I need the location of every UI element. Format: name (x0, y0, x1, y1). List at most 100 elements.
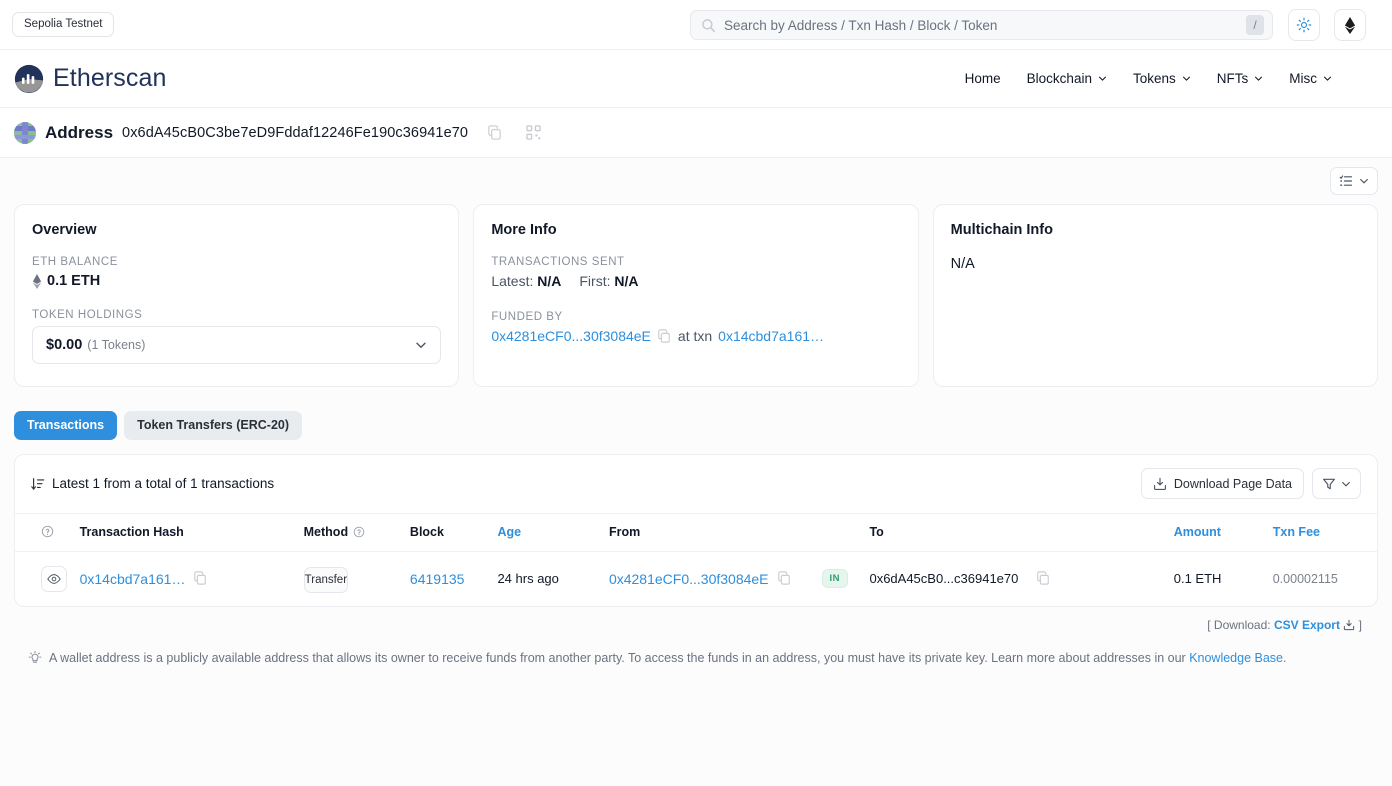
transactions-table-head: Transaction Hash Method Block Age From T… (15, 512, 1377, 552)
col-info (15, 512, 80, 552)
list-view-icon (1339, 174, 1354, 188)
chevron-down-icon (1359, 176, 1369, 186)
csv-export-link[interactable]: CSV Export (1274, 618, 1340, 632)
multichain-value: N/A (950, 256, 975, 272)
info-icon[interactable] (41, 525, 80, 538)
copy-icon[interactable] (1036, 571, 1051, 586)
copy-icon[interactable] (487, 125, 502, 140)
cell-method: Transfer (303, 551, 410, 606)
download-page-data-button[interactable]: Download Page Data (1140, 468, 1304, 499)
token-holdings-label: TOKEN HOLDINGS (32, 309, 143, 321)
from-address-link[interactable]: 0x4281eCF0...30f3084eE (609, 571, 769, 587)
chain-selector-button[interactable] (1334, 9, 1366, 41)
funnel-icon (1322, 477, 1336, 491)
transactions-panel-header: Latest 1 from a total of 1 transactions … (15, 455, 1377, 513)
wallet-disclaimer: A wallet address is a publicly available… (14, 632, 1378, 667)
col-age[interactable]: Age (497, 512, 609, 552)
bracket-open: [ (1207, 617, 1211, 632)
tab-transactions[interactable]: Transactions (14, 411, 118, 440)
list-view-button[interactable] (1330, 167, 1378, 195)
cell-age: 24 hrs ago (497, 571, 559, 586)
lightbulb-icon (28, 650, 42, 665)
eth-balance-label: ETH BALANCE (32, 256, 118, 268)
table-row: 0x14cbd7a161… Transfer 6419135 24 hrs ag… (15, 551, 1377, 606)
latest-label: Latest: (491, 273, 534, 289)
network-selector[interactable]: Sepolia Testnet (12, 11, 115, 38)
main-navbar: Etherscan Home Blockchain Tokens NFTs Mi… (0, 50, 1392, 108)
copy-icon[interactable] (193, 571, 208, 586)
table-header-row: Transaction Hash Method Block Age From T… (15, 512, 1377, 552)
ethereum-icon (32, 273, 42, 289)
page-title: Address (45, 122, 114, 142)
filter-button[interactable] (1312, 468, 1361, 499)
cell-transaction-hash: 0x14cbd7a161… (80, 551, 304, 606)
csv-export-row: [ Download: CSV Export ] (14, 607, 1378, 632)
more-info-title: More Info (491, 222, 557, 238)
chevron-down-icon (1341, 479, 1351, 489)
transaction-hash-link[interactable]: 0x14cbd7a161… (80, 571, 186, 587)
address-hash: 0x6dA45cB0C3be7eD9Fddaf12246Fe190c36941e… (122, 124, 469, 141)
cell-from: 0x4281eCF0...30f3084eE IN (609, 551, 870, 606)
chevron-down-icon (1254, 74, 1263, 83)
to-address: 0x6dA45cB0...c36941e70 (869, 571, 1019, 586)
latest-txn: Latest: N/A (491, 273, 561, 289)
ethereum-icon (1344, 16, 1356, 34)
preview-eye-button[interactable] (41, 565, 67, 592)
multichain-card: Multichain Info N/A (932, 204, 1378, 387)
nav-item-home[interactable]: Home (965, 71, 1001, 86)
info-cards: Overview ETH BALANCE 0.1 ETH TOKEN HOLDI… (14, 204, 1378, 387)
nav-item-misc[interactable]: Misc (1289, 71, 1332, 86)
address-header: Address 0x6dA45cB0C3be7eD9Fddaf12246Fe19… (0, 108, 1392, 158)
brand-home-link[interactable]: Etherscan (14, 64, 166, 94)
content-tabs: Transactions Token Transfers (ERC-20) (14, 411, 1378, 440)
top-utility-bar: Sepolia Testnet / (0, 0, 1392, 50)
token-holdings-dropdown[interactable]: $0.00 (1 Tokens) (32, 326, 442, 364)
nav-label: Tokens (1132, 71, 1176, 86)
knowledge-base-link[interactable]: Knowledge Base (1189, 651, 1283, 665)
col-transaction-hash: Transaction Hash (79, 512, 304, 552)
nav-item-tokens[interactable]: Tokens (1133, 71, 1191, 86)
col-amount[interactable]: Amount (1173, 512, 1273, 552)
chevron-down-icon (1182, 74, 1191, 83)
overview-title: Overview (32, 222, 97, 238)
copy-icon[interactable] (657, 328, 672, 344)
funded-by-txn-link[interactable]: 0x14cbd7a161… (718, 328, 824, 344)
brand-name: Etherscan (53, 64, 167, 92)
col-method-label: Method (303, 524, 349, 539)
tab-token-transfers[interactable]: Token Transfers (ERC-20) (124, 411, 303, 440)
download-prefix: Download: (1213, 617, 1271, 632)
cell-txn-fee: 0.00002115 (1272, 571, 1338, 586)
first-txn: First: N/A (579, 273, 638, 289)
disclaimer-period: . (1283, 650, 1287, 665)
block-link[interactable]: 6419135 (410, 571, 465, 587)
identicon-avatar (14, 121, 36, 144)
col-txn-fee[interactable]: Txn Fee (1272, 512, 1377, 552)
info-icon[interactable] (353, 526, 365, 538)
nav-item-nfts[interactable]: NFTs (1217, 71, 1264, 86)
sort-descending-icon (31, 477, 45, 491)
eye-icon (47, 573, 61, 585)
nav-label: Home (964, 71, 1001, 86)
copy-icon[interactable] (777, 571, 792, 586)
search-bar[interactable]: / (690, 10, 1273, 40)
search-icon (701, 18, 716, 33)
col-block: Block (409, 512, 498, 552)
method-badge[interactable]: Transfer (303, 566, 349, 593)
theme-toggle-button[interactable] (1288, 9, 1320, 41)
download-icon (1153, 477, 1167, 491)
eth-balance-value: 0.1 ETH (47, 273, 101, 289)
download-icon[interactable] (1343, 619, 1355, 631)
col-from: From (608, 512, 870, 552)
search-input[interactable] (716, 17, 1246, 33)
download-page-data-label: Download Page Data (1173, 476, 1292, 491)
transactions-table: Transaction Hash Method Block Age From T… (15, 512, 1377, 606)
cell-preview (15, 551, 80, 606)
nav-item-blockchain[interactable]: Blockchain (1027, 71, 1107, 86)
qr-code-icon[interactable] (526, 125, 541, 140)
direction-badge: IN (821, 568, 848, 589)
overview-card: Overview ETH BALANCE 0.1 ETH TOKEN HOLDI… (14, 204, 460, 387)
transactions-panel: Latest 1 from a total of 1 transactions … (14, 453, 1378, 607)
sun-icon (1296, 17, 1312, 33)
funded-by-address-link[interactable]: 0x4281eCF0...30f3084eE (491, 328, 651, 344)
transactions-sent-label: TRANSACTIONS SENT (491, 256, 625, 268)
